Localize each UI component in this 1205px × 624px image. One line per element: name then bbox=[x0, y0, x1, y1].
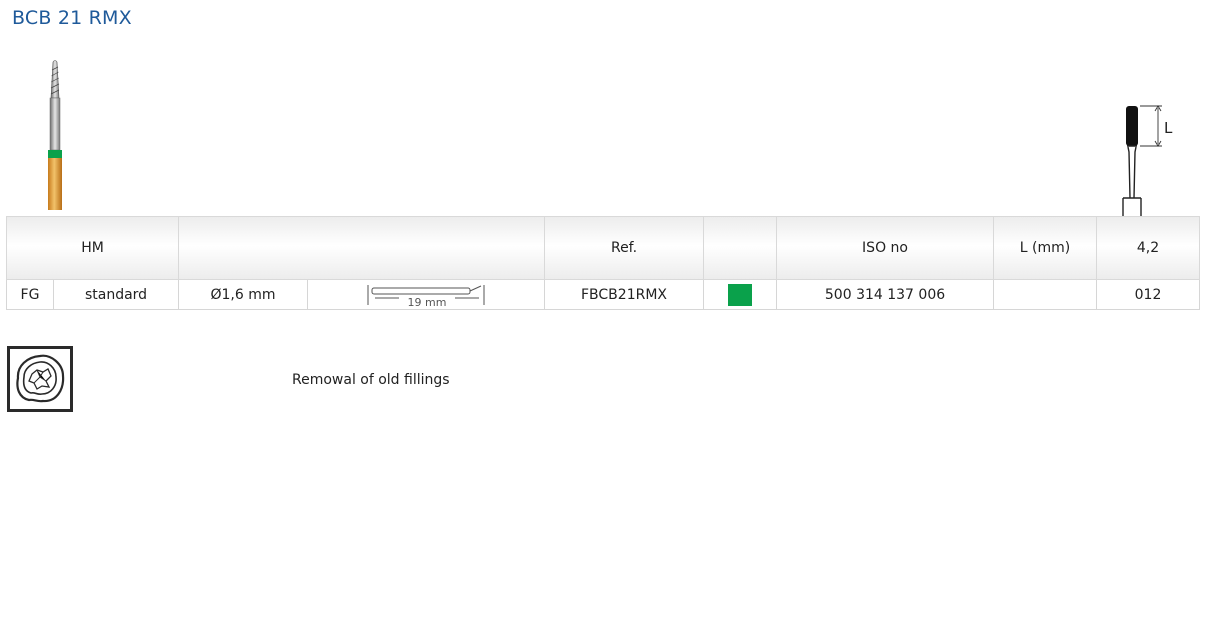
dimension-label: L bbox=[1164, 119, 1173, 137]
header-ref: Ref. bbox=[544, 216, 705, 280]
cell-size: 012 bbox=[1096, 279, 1201, 310]
header-length: L (mm) bbox=[993, 216, 1098, 280]
cell-type: standard bbox=[52, 279, 180, 310]
cell-shank: FG bbox=[6, 279, 54, 310]
header-iso: ISO no bbox=[776, 216, 995, 280]
cell-empty bbox=[993, 279, 1098, 310]
header-color bbox=[703, 216, 778, 280]
cell-color bbox=[703, 279, 778, 310]
cell-iso: 500 314 137 006 bbox=[776, 279, 995, 310]
header-length-value: 4,2 bbox=[1096, 216, 1201, 280]
cell-length-diagram: 19 mm bbox=[307, 279, 546, 310]
indication-text: Remowal of old fillings bbox=[292, 372, 450, 388]
header-blank bbox=[178, 216, 546, 280]
bur-profile-diagram: L bbox=[1122, 105, 1173, 218]
total-length-diagram: 19 mm bbox=[367, 284, 485, 308]
product-title: BCB 21 RMX bbox=[12, 7, 132, 29]
bur-image bbox=[48, 60, 62, 210]
tooth-filling-removal-icon bbox=[7, 346, 73, 412]
table-row: FG standard Ø1,6 mm 19 mm FBCB21RMX 500 … bbox=[6, 279, 1201, 310]
spec-table: HM Ref. ISO no L (mm) 4,2 FG standard Ø1… bbox=[5, 216, 1201, 310]
table-header-row: HM Ref. ISO no L (mm) 4,2 bbox=[5, 216, 1201, 280]
total-length-label: 19 mm bbox=[408, 296, 447, 308]
cell-diameter: Ø1,6 mm bbox=[178, 279, 309, 310]
grit-color-swatch bbox=[728, 283, 753, 306]
cell-ref: FBCB21RMX bbox=[544, 279, 705, 310]
header-material: HM bbox=[5, 216, 180, 280]
